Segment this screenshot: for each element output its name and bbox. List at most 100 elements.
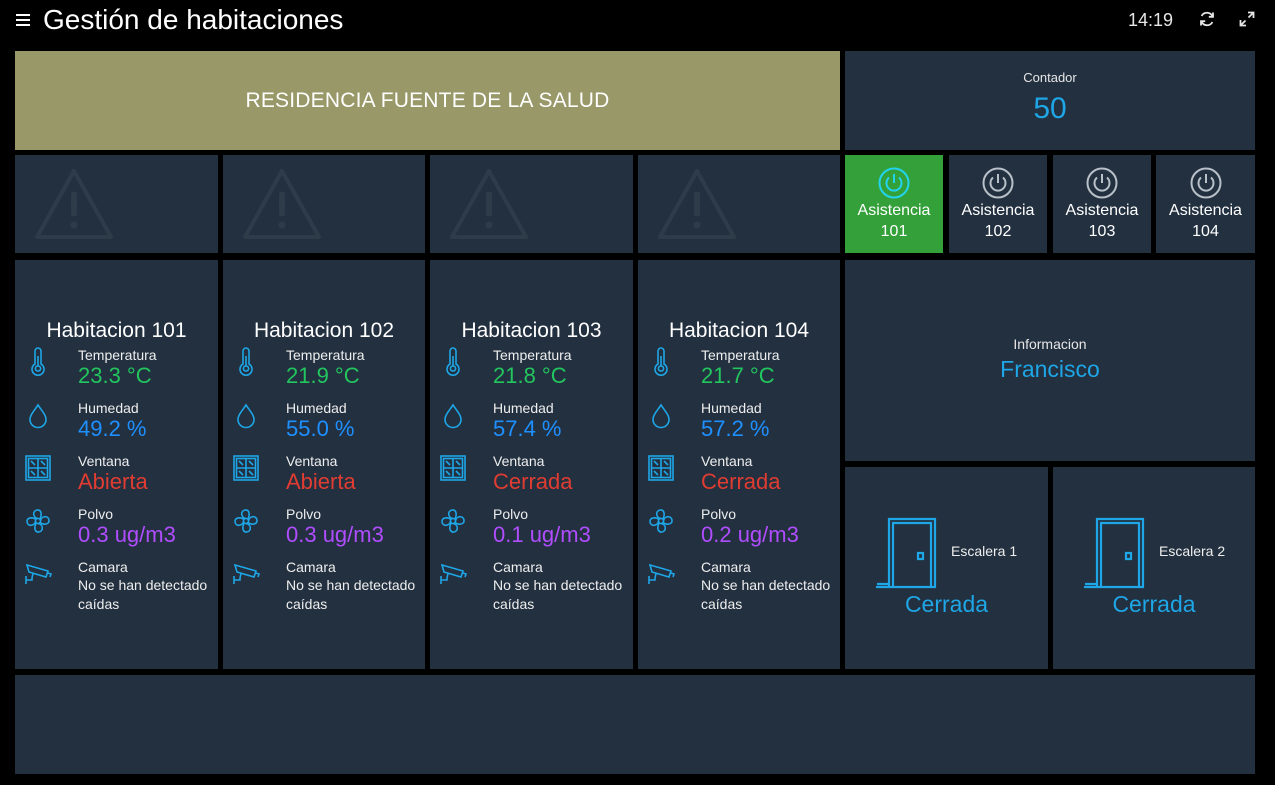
dust-label: Polvo — [286, 506, 322, 522]
humidity-label: Humedad — [493, 400, 554, 416]
dust-label: Polvo — [78, 506, 114, 522]
assistance-room: 102 — [984, 223, 1012, 240]
window-icon — [440, 455, 466, 481]
window-icon — [25, 455, 51, 481]
dust-value: 0.1 ug/m3 — [493, 522, 591, 547]
droplet-icon — [237, 403, 255, 429]
window-row: Ventana Abierta — [15, 453, 215, 506]
door-icon — [1084, 517, 1145, 589]
camera-label: Camara — [493, 559, 543, 575]
door-label: Escalera 1 — [951, 543, 1018, 559]
window-icon — [648, 455, 674, 481]
refresh-icon[interactable] — [1198, 10, 1216, 28]
door-status: Cerrada — [1112, 591, 1196, 617]
droplet-icon — [29, 403, 47, 429]
counter-value: 50 — [1033, 92, 1067, 125]
assistance-button-103[interactable]: Asistencia 103 — [1053, 155, 1151, 253]
humidity-row: Humedad 57.4 % — [430, 400, 630, 453]
door-widget-escalera-2: Escalera 2 Cerrada — [1053, 467, 1255, 669]
room-card-103: Habitacion 103 Temperatura 21.8 °C Humed… — [430, 260, 633, 669]
window-label: Ventana — [78, 453, 130, 469]
camera-label: Camara — [701, 559, 751, 575]
warning-icon — [35, 169, 113, 239]
humidity-label: Humedad — [701, 400, 762, 416]
information-value: Francisco — [1000, 356, 1100, 382]
security-camera-icon — [25, 563, 53, 584]
dust-row: Polvo 0.1 ug/m3 — [430, 506, 630, 559]
assistance-label: Asistencia — [1065, 202, 1139, 219]
room-card-104: Habitacion 104 Temperatura 21.7 °C Humed… — [638, 260, 840, 669]
camera-row: Camara No se han detectado caídas — [223, 559, 423, 612]
warning-tile — [223, 155, 425, 253]
power-icon — [982, 167, 1014, 199]
counter-widget: Contador 50 — [845, 51, 1255, 150]
fan-icon — [441, 509, 465, 533]
security-camera-icon — [233, 563, 261, 584]
thermometer-icon — [654, 347, 668, 376]
dust-row: Polvo 0.3 ug/m3 — [15, 506, 215, 559]
information-label: Informacion — [1013, 336, 1087, 352]
fan-icon — [26, 509, 50, 533]
room-title: Habitacion 101 — [46, 319, 187, 342]
warning-tile — [15, 155, 218, 253]
dust-label: Polvo — [701, 506, 737, 522]
humidity-label: Humedad — [78, 400, 139, 416]
assistance-button-101[interactable]: Asistencia 101 — [845, 155, 943, 253]
thermometer-icon — [446, 347, 460, 376]
droplet-icon — [652, 403, 670, 429]
room-title: Habitacion 102 — [253, 319, 395, 342]
assistance-label: Asistencia — [1169, 202, 1242, 219]
power-icon — [878, 167, 910, 199]
assistance-room: 103 — [1088, 223, 1116, 240]
information-widget: Informacion Francisco — [845, 260, 1255, 461]
dust-value: 0.3 ug/m3 — [286, 522, 384, 547]
temperature-value: 21.7 °C — [701, 363, 775, 388]
fan-icon — [234, 509, 258, 533]
temperature-label: Temperatura — [701, 347, 780, 363]
camera-value: No se han detectado caídas — [701, 577, 831, 612]
power-icon — [1086, 167, 1118, 199]
assistance-button-102[interactable]: Asistencia 102 — [949, 155, 1047, 253]
warning-tile — [638, 155, 840, 253]
security-camera-icon — [648, 563, 676, 584]
window-value: Abierta — [286, 469, 356, 494]
residence-banner: RESIDENCIA FUENTE DE LA SALUD — [15, 51, 840, 150]
temperature-label: Temperatura — [493, 347, 572, 363]
assistance-room: 101 — [880, 223, 908, 240]
warning-tile — [430, 155, 633, 253]
camera-value: No se han detectado caídas — [78, 577, 208, 612]
camera-value: No se han detectado caídas — [493, 577, 623, 612]
dust-value: 0.3 ug/m3 — [78, 522, 176, 547]
assistance-room: 104 — [1192, 223, 1219, 240]
residence-name: RESIDENCIA FUENTE DE LA SALUD — [245, 88, 610, 112]
clock: 14:19 — [1128, 10, 1174, 30]
menu-icon[interactable] — [16, 11, 30, 27]
humidity-value: 57.4 % — [493, 416, 562, 441]
dust-row: Polvo 0.3 ug/m3 — [223, 506, 423, 559]
fullscreen-icon[interactable] — [1238, 10, 1256, 28]
droplet-icon — [444, 403, 462, 429]
assistance-button-104[interactable]: Asistencia 104 — [1156, 155, 1255, 253]
window-icon — [233, 455, 259, 481]
humidity-value: 55.0 % — [286, 416, 355, 441]
room-title: Habitacion 104 — [668, 319, 810, 342]
page-title: Gestión de habitaciones — [43, 4, 344, 35]
door-status: Cerrada — [904, 591, 989, 617]
temperature-label: Temperatura — [286, 347, 365, 363]
window-value: Cerrada — [493, 469, 573, 494]
temperature-row: Temperatura 21.7 °C — [638, 347, 838, 400]
fan-icon — [649, 509, 673, 533]
dust-value: 0.2 ug/m3 — [701, 522, 799, 547]
temperature-label: Temperatura — [78, 347, 157, 363]
humidity-row: Humedad 55.0 % — [223, 400, 423, 453]
room-card-102: Habitacion 102 Temperatura 21.9 °C Humed… — [223, 260, 425, 669]
temperature-row: Temperatura 21.8 °C — [430, 347, 630, 400]
room-card-101: Habitacion 101 Temperatura 23.3 °C Humed… — [15, 260, 218, 669]
temperature-value: 21.8 °C — [493, 363, 567, 388]
window-row: Ventana Cerrada — [638, 453, 838, 506]
camera-row: Camara No se han detectado caídas — [430, 559, 630, 612]
camera-value: No se han detectado caídas — [286, 577, 416, 612]
power-icon — [1190, 167, 1221, 199]
warning-icon — [450, 169, 528, 239]
temperature-row: Temperatura 23.3 °C — [15, 347, 215, 400]
